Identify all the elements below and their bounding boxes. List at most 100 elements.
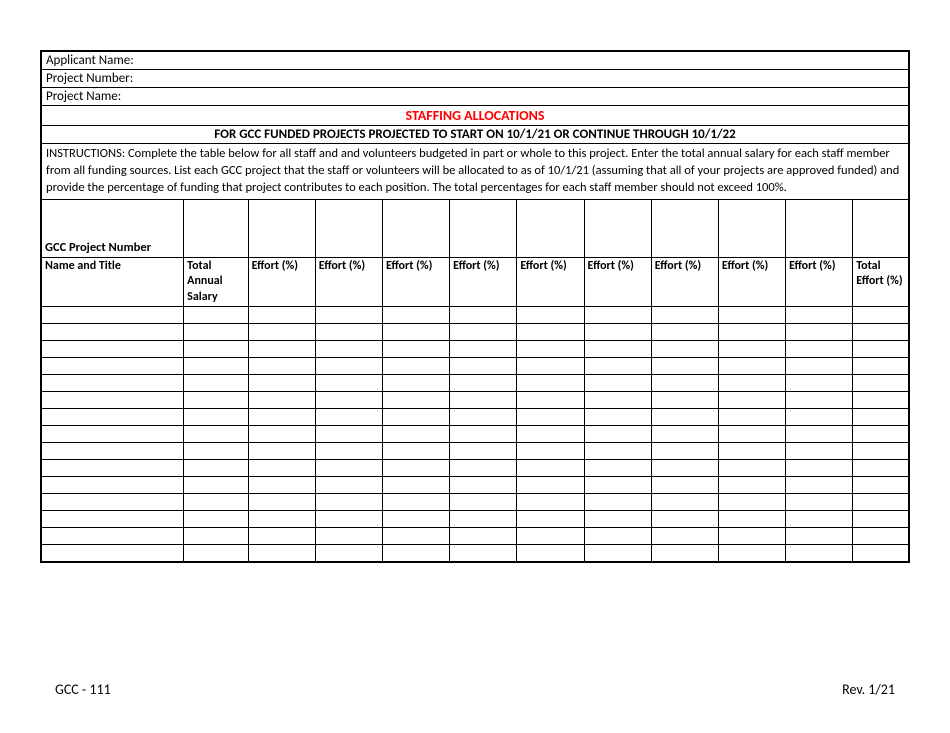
table-cell[interactable] <box>651 477 718 494</box>
table-cell[interactable] <box>786 341 853 358</box>
table-cell[interactable] <box>853 392 909 409</box>
table-cell[interactable] <box>248 494 315 511</box>
table-cell[interactable] <box>517 426 584 443</box>
table-cell[interactable] <box>248 307 315 324</box>
table-cell[interactable] <box>184 443 248 460</box>
table-cell[interactable] <box>651 528 718 545</box>
table-cell[interactable] <box>517 392 584 409</box>
table-cell[interactable] <box>382 426 449 443</box>
table-cell[interactable] <box>450 494 517 511</box>
table-cell[interactable] <box>382 409 449 426</box>
table-cell[interactable] <box>651 341 718 358</box>
table-cell[interactable] <box>651 443 718 460</box>
table-cell[interactable] <box>41 392 184 409</box>
table-cell[interactable] <box>651 375 718 392</box>
table-cell[interactable] <box>315 324 382 341</box>
table-cell[interactable] <box>718 358 785 375</box>
table-cell[interactable] <box>517 477 584 494</box>
table-cell[interactable] <box>248 511 315 528</box>
gcc-blank-cell[interactable] <box>786 199 853 257</box>
table-cell[interactable] <box>517 324 584 341</box>
table-cell[interactable] <box>651 460 718 477</box>
table-cell[interactable] <box>584 375 651 392</box>
table-cell[interactable] <box>853 426 909 443</box>
table-cell[interactable] <box>853 409 909 426</box>
table-cell[interactable] <box>315 545 382 562</box>
table-cell[interactable] <box>853 358 909 375</box>
gcc-blank-cell[interactable] <box>718 199 785 257</box>
project-number-label[interactable]: Project Number: <box>41 70 909 88</box>
table-cell[interactable] <box>41 545 184 562</box>
table-cell[interactable] <box>450 341 517 358</box>
table-cell[interactable] <box>718 477 785 494</box>
table-cell[interactable] <box>315 409 382 426</box>
gcc-blank-cell[interactable] <box>517 199 584 257</box>
gcc-blank-cell[interactable] <box>248 199 315 257</box>
table-cell[interactable] <box>651 426 718 443</box>
table-cell[interactable] <box>184 460 248 477</box>
table-cell[interactable] <box>184 324 248 341</box>
table-cell[interactable] <box>584 409 651 426</box>
table-cell[interactable] <box>853 511 909 528</box>
table-cell[interactable] <box>184 477 248 494</box>
table-cell[interactable] <box>450 375 517 392</box>
table-cell[interactable] <box>315 477 382 494</box>
table-cell[interactable] <box>853 528 909 545</box>
table-cell[interactable] <box>718 528 785 545</box>
table-cell[interactable] <box>450 426 517 443</box>
table-cell[interactable] <box>786 494 853 511</box>
table-cell[interactable] <box>382 324 449 341</box>
table-cell[interactable] <box>786 528 853 545</box>
table-cell[interactable] <box>248 324 315 341</box>
table-cell[interactable] <box>382 307 449 324</box>
table-cell[interactable] <box>184 375 248 392</box>
table-cell[interactable] <box>315 358 382 375</box>
table-cell[interactable] <box>718 443 785 460</box>
table-cell[interactable] <box>853 307 909 324</box>
table-cell[interactable] <box>382 443 449 460</box>
table-cell[interactable] <box>248 392 315 409</box>
table-cell[interactable] <box>184 392 248 409</box>
table-cell[interactable] <box>651 409 718 426</box>
table-cell[interactable] <box>584 358 651 375</box>
table-cell[interactable] <box>248 545 315 562</box>
table-cell[interactable] <box>248 460 315 477</box>
gcc-blank-cell[interactable] <box>450 199 517 257</box>
table-cell[interactable] <box>450 460 517 477</box>
table-cell[interactable] <box>651 494 718 511</box>
table-cell[interactable] <box>718 341 785 358</box>
table-cell[interactable] <box>450 307 517 324</box>
table-cell[interactable] <box>450 528 517 545</box>
table-cell[interactable] <box>651 307 718 324</box>
table-cell[interactable] <box>786 426 853 443</box>
table-cell[interactable] <box>718 324 785 341</box>
table-cell[interactable] <box>382 358 449 375</box>
table-cell[interactable] <box>584 511 651 528</box>
table-cell[interactable] <box>41 358 184 375</box>
table-cell[interactable] <box>651 324 718 341</box>
table-cell[interactable] <box>382 545 449 562</box>
table-cell[interactable] <box>718 460 785 477</box>
table-cell[interactable] <box>584 528 651 545</box>
table-cell[interactable] <box>382 511 449 528</box>
table-cell[interactable] <box>315 341 382 358</box>
table-cell[interactable] <box>315 511 382 528</box>
table-cell[interactable] <box>786 443 853 460</box>
table-cell[interactable] <box>41 307 184 324</box>
table-cell[interactable] <box>382 494 449 511</box>
table-cell[interactable] <box>584 307 651 324</box>
gcc-blank-cell[interactable] <box>584 199 651 257</box>
table-cell[interactable] <box>517 545 584 562</box>
table-cell[interactable] <box>450 443 517 460</box>
table-cell[interactable] <box>517 307 584 324</box>
table-cell[interactable] <box>315 307 382 324</box>
table-cell[interactable] <box>184 528 248 545</box>
table-cell[interactable] <box>853 477 909 494</box>
table-cell[interactable] <box>517 375 584 392</box>
table-cell[interactable] <box>248 375 315 392</box>
table-cell[interactable] <box>248 443 315 460</box>
table-cell[interactable] <box>184 358 248 375</box>
table-cell[interactable] <box>382 477 449 494</box>
table-cell[interactable] <box>41 494 184 511</box>
table-cell[interactable] <box>248 358 315 375</box>
